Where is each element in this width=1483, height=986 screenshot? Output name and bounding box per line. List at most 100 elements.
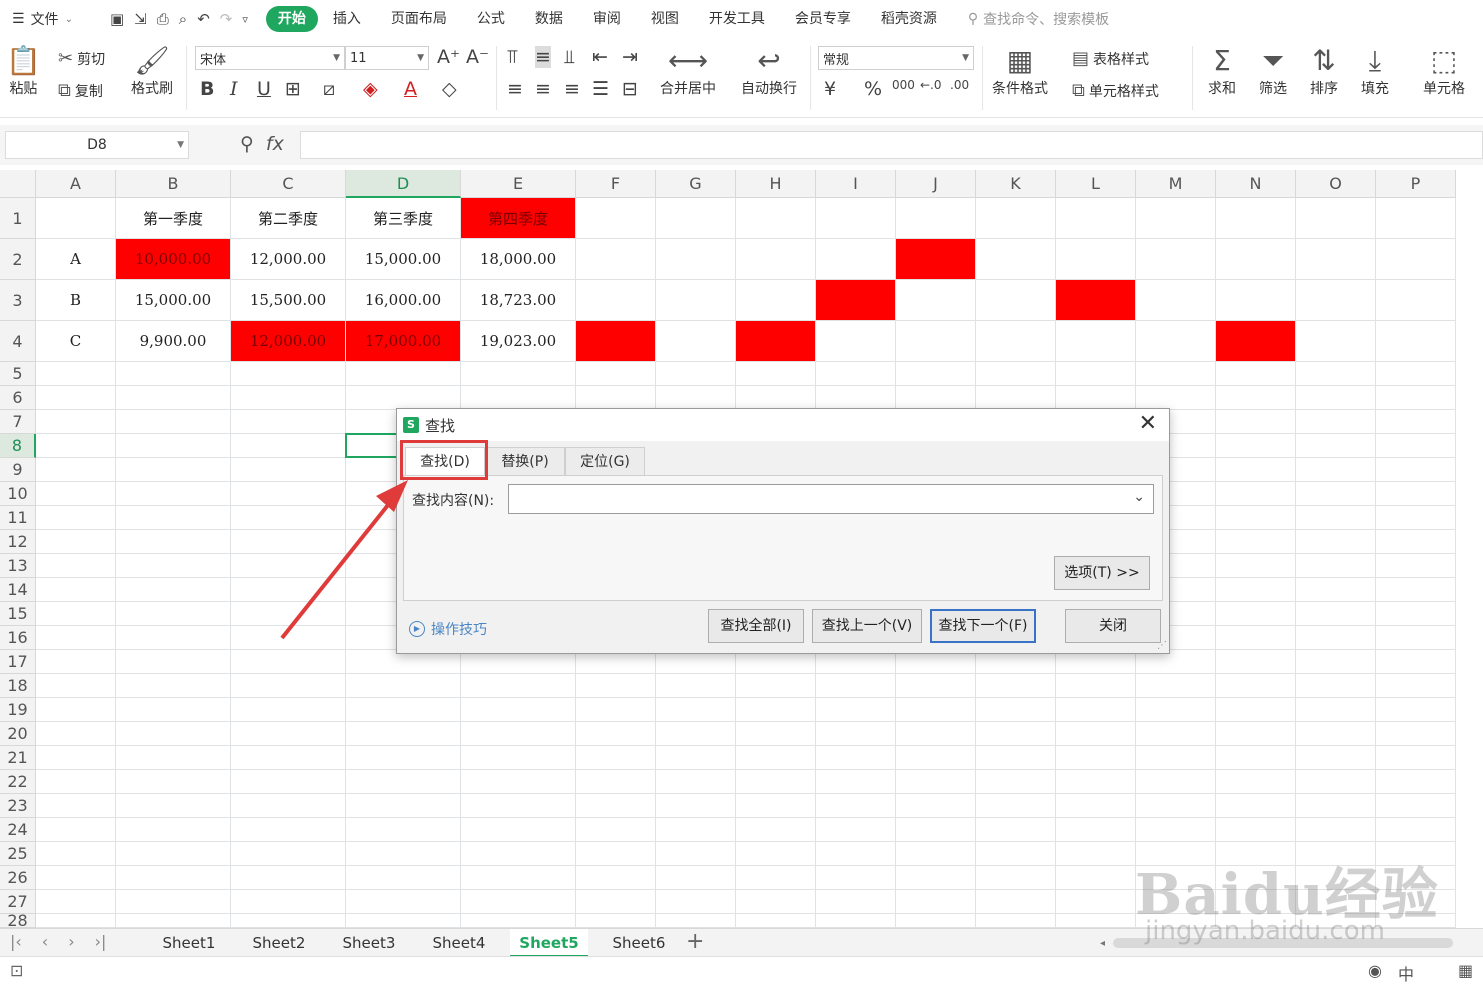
cell-E5[interactable] [461, 362, 576, 386]
cell-L22[interactable] [1056, 770, 1136, 794]
cell-M6[interactable] [1136, 386, 1216, 410]
cell-I22[interactable] [816, 770, 896, 794]
cell-G25[interactable] [656, 842, 736, 866]
cell-B28[interactable] [116, 914, 231, 928]
cell-G22[interactable] [656, 770, 736, 794]
cell-I23[interactable] [816, 794, 896, 818]
cell-P2[interactable] [1376, 239, 1456, 280]
cell-A28[interactable] [36, 914, 116, 928]
cell-J21[interactable] [896, 746, 976, 770]
tab-view[interactable]: 视图 [636, 6, 694, 32]
find-all-button[interactable]: 查找全部(I) [708, 609, 804, 643]
row-header-9[interactable]: 9 [0, 458, 36, 482]
cell-N3[interactable] [1216, 280, 1296, 321]
cell-B23[interactable] [116, 794, 231, 818]
cell-F3[interactable] [576, 280, 656, 321]
cell-A22[interactable] [36, 770, 116, 794]
cell-E2[interactable]: 18,000.00 [461, 239, 576, 280]
cell-L25[interactable] [1056, 842, 1136, 866]
cell-A12[interactable] [36, 530, 116, 554]
column-header-O[interactable]: O [1296, 170, 1376, 198]
cell-J6[interactable] [896, 386, 976, 410]
cell-M18[interactable] [1136, 674, 1216, 698]
cell-O11[interactable] [1296, 506, 1376, 530]
formula-input[interactable] [300, 131, 1483, 159]
cell-M23[interactable] [1136, 794, 1216, 818]
cell-J19[interactable] [896, 698, 976, 722]
increase-decimal-icon[interactable]: ←.0 [920, 78, 942, 92]
row-header-23[interactable]: 23 [0, 794, 36, 818]
cell-N7[interactable] [1216, 410, 1296, 434]
cell-O4[interactable] [1296, 321, 1376, 362]
chevron-down-icon[interactable]: ⌄ [1133, 489, 1145, 505]
border-icon[interactable]: ⊞ [285, 78, 301, 100]
cell-N14[interactable] [1216, 578, 1296, 602]
cell-C18[interactable] [231, 674, 346, 698]
cell-I20[interactable] [816, 722, 896, 746]
cell-A23[interactable] [36, 794, 116, 818]
name-box[interactable]: D8 ▼ [5, 131, 189, 159]
font-size-select[interactable]: 11 ▼ [345, 46, 429, 70]
row-header-10[interactable]: 10 [0, 482, 36, 506]
cell-C17[interactable] [231, 650, 346, 674]
cell-C4[interactable]: 12,000.00 [231, 321, 346, 362]
cell-C20[interactable] [231, 722, 346, 746]
cell-C24[interactable] [231, 818, 346, 842]
tab-review[interactable]: 审阅 [578, 6, 636, 32]
row-header-2[interactable]: 2 [0, 239, 36, 280]
cell-B12[interactable] [116, 530, 231, 554]
cell-M22[interactable] [1136, 770, 1216, 794]
cell-J23[interactable] [896, 794, 976, 818]
cell-J28[interactable] [896, 914, 976, 928]
sheet-tab[interactable]: Sheet3 [324, 929, 414, 957]
row-header-17[interactable]: 17 [0, 650, 36, 674]
cell-C8[interactable] [231, 434, 346, 458]
justify-icon[interactable]: ☰ [592, 78, 609, 100]
cell-G21[interactable] [656, 746, 736, 770]
increase-font-icon[interactable]: A⁺ [437, 46, 460, 68]
cell-N5[interactable] [1216, 362, 1296, 386]
cell-C13[interactable] [231, 554, 346, 578]
row-header-16[interactable]: 16 [0, 626, 36, 650]
cell-B13[interactable] [116, 554, 231, 578]
cell-O3[interactable] [1296, 280, 1376, 321]
cell-B20[interactable] [116, 722, 231, 746]
row-header-3[interactable]: 3 [0, 280, 36, 321]
cell-A16[interactable] [36, 626, 116, 650]
cell-F21[interactable] [576, 746, 656, 770]
align-top-icon[interactable]: ⫪ [507, 46, 518, 68]
zoom-icon[interactable]: ⚲ [240, 133, 254, 155]
cell-B16[interactable] [116, 626, 231, 650]
save-icon[interactable]: ▣ [110, 10, 124, 28]
cell-L19[interactable] [1056, 698, 1136, 722]
tab-formulas[interactable]: 公式 [462, 6, 520, 32]
cell-E24[interactable] [461, 818, 576, 842]
cell-P13[interactable] [1376, 554, 1456, 578]
prev-sheet-icon[interactable]: ‹ [42, 932, 48, 951]
cell-A19[interactable] [36, 698, 116, 722]
cell-B6[interactable] [116, 386, 231, 410]
cell-D27[interactable] [346, 890, 461, 914]
cell-B1[interactable]: 第一季度 [116, 198, 231, 239]
cell-D25[interactable] [346, 842, 461, 866]
cell-K24[interactable] [976, 818, 1056, 842]
find-previous-button[interactable]: 查找上一个(V) [812, 609, 922, 643]
cell-G19[interactable] [656, 698, 736, 722]
cell-K23[interactable] [976, 794, 1056, 818]
row-header-7[interactable]: 7 [0, 410, 36, 434]
cell-K25[interactable] [976, 842, 1056, 866]
find-next-button[interactable]: 查找下一个(F) [930, 609, 1036, 643]
cell-K6[interactable] [976, 386, 1056, 410]
cell-B17[interactable] [116, 650, 231, 674]
column-header-P[interactable]: P [1376, 170, 1456, 198]
cell-I25[interactable] [816, 842, 896, 866]
print-preview-icon[interactable]: ⌕ [179, 10, 187, 28]
cell-A24[interactable] [36, 818, 116, 842]
cell-I19[interactable] [816, 698, 896, 722]
macro-icon[interactable]: ⊡ [10, 961, 23, 980]
cell-B22[interactable] [116, 770, 231, 794]
row-header-12[interactable]: 12 [0, 530, 36, 554]
cell-F23[interactable] [576, 794, 656, 818]
cell-D24[interactable] [346, 818, 461, 842]
cell-L23[interactable] [1056, 794, 1136, 818]
